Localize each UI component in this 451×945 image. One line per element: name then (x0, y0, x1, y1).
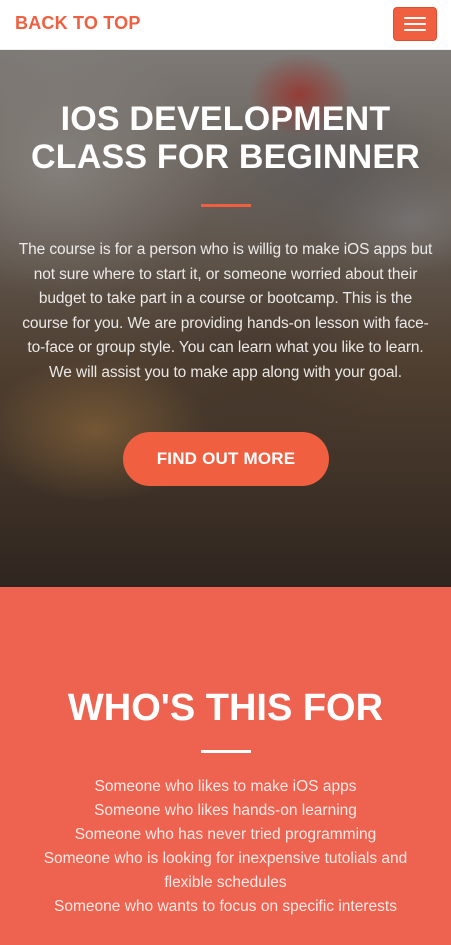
hero-title: iOS DEVELOPMENT CLASS FOR BEGINNER (31, 100, 420, 176)
audience-list: Someone who likes to make iOS apps Someo… (20, 775, 431, 919)
list-item: Someone who is looking for inexpensive t… (43, 850, 408, 891)
section-divider (201, 750, 251, 753)
hamburger-menu-button[interactable] (393, 7, 437, 41)
hero-description: The course is for a person who is willig… (18, 241, 433, 381)
hamburger-menu-icon (404, 29, 426, 31)
section-title: WHO'S THIS FOR (67, 687, 384, 729)
hero-section: iOS DEVELOPMENT CLASS FOR BEGINNER The c… (0, 50, 451, 587)
hamburger-menu-icon (404, 17, 426, 19)
list-item: Someone who has never tried programming (74, 826, 377, 843)
whos-this-for-section: WHO'S THIS FOR Someone who likes to make… (0, 587, 451, 945)
hero-divider (201, 204, 251, 207)
find-out-more-button[interactable]: FIND OUT MORE (123, 432, 329, 486)
list-item: Someone who likes to make iOS apps (94, 778, 357, 795)
hamburger-menu-icon (404, 23, 426, 25)
back-to-top-link[interactable]: BACK TO TOP (15, 13, 141, 34)
top-navbar: BACK TO TOP (0, 0, 451, 50)
list-item: Someone who wants to focus on specific i… (54, 898, 397, 915)
list-item: Someone who likes hands-on learning (94, 802, 357, 819)
